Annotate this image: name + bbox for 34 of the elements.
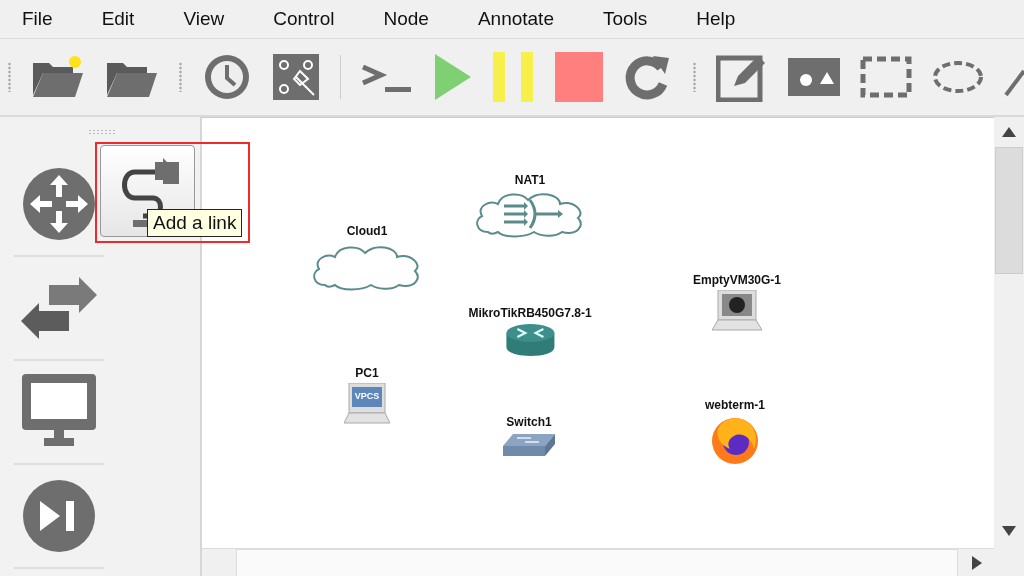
node-label: webterm-1 — [705, 398, 765, 412]
menu-item[interactable]: View — [173, 8, 236, 30]
labels-icon[interactable] — [272, 53, 321, 101]
scroll-right-icon[interactable] — [972, 555, 982, 570]
router-icon[interactable] — [505, 323, 555, 357]
router-category-icon[interactable] — [22, 167, 96, 241]
menu-item[interactable]: Annotate — [467, 8, 565, 30]
play-pause-category-icon[interactable] — [22, 479, 96, 553]
rectangle-icon[interactable] — [860, 56, 912, 98]
globe-fox-icon[interactable] — [710, 415, 760, 465]
screen-text: VPCS — [353, 391, 381, 401]
node-label: PC1 — [355, 366, 379, 380]
laptop-icon[interactable] — [712, 290, 762, 332]
scrollbar-thumb[interactable] — [236, 548, 958, 576]
node-label: Switch1 — [506, 415, 552, 429]
tooltip: Add a link — [147, 209, 243, 237]
arrows-category-icon[interactable] — [21, 277, 97, 339]
scroll-up-icon[interactable] — [1002, 127, 1016, 137]
scrollbar-thumb[interactable] — [995, 147, 1023, 274]
node-label: Cloud1 — [346, 224, 388, 238]
menu-item[interactable]: Tools — [592, 8, 659, 30]
menu-item[interactable]: Node — [373, 8, 440, 30]
menu-item[interactable]: Control — [263, 8, 346, 30]
image-icon[interactable] — [788, 58, 840, 96]
switch-icon[interactable] — [503, 432, 555, 458]
scroll-down-icon[interactable] — [1002, 526, 1016, 536]
node-label: MikroTikRB450G7.8-1 — [468, 306, 592, 320]
ellipse-icon[interactable] — [932, 59, 984, 95]
folder-icon[interactable] — [31, 55, 86, 99]
node-label: EmptyVM30G-1 — [693, 273, 781, 287]
menu-item[interactable]: Edit — [91, 8, 146, 30]
menu-item[interactable]: File — [12, 8, 64, 30]
node-label: NAT1 — [514, 173, 546, 187]
menu-item[interactable]: Help — [686, 8, 747, 30]
